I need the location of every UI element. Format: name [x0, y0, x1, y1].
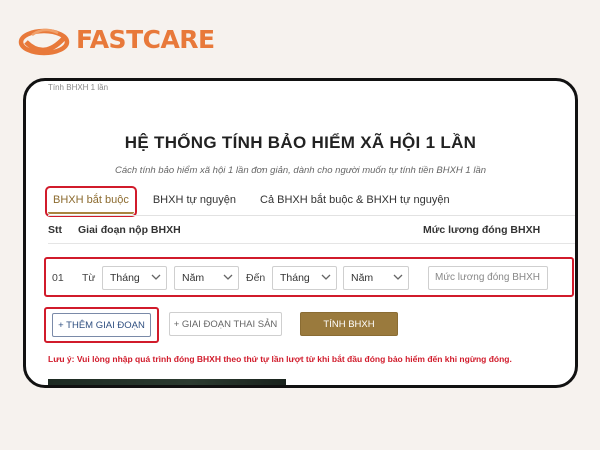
- to-label: Đến: [246, 272, 266, 284]
- tab-bar: BHXH bắt buộc BHXH tự nguyện Cả BHXH bắt…: [45, 186, 469, 217]
- tab-bhxh-bat-buoc[interactable]: BHXH bắt buộc: [45, 186, 137, 217]
- year-from-value: Năm: [182, 272, 205, 284]
- add-period-button[interactable]: + THÊM GIAI ĐOẠN: [52, 313, 151, 337]
- calculate-button[interactable]: TÍNH BHXH: [300, 312, 398, 336]
- note-text: Lưu ý: Vui lòng nhập quá trình đóng BHXH…: [48, 354, 512, 364]
- column-stt: Stt: [48, 224, 62, 236]
- add-period-highlight: + THÊM GIAI ĐOẠN: [44, 307, 159, 343]
- add-maternity-button[interactable]: + GIAI ĐOẠN THAI SẢN: [169, 312, 282, 336]
- salary-input[interactable]: Mức lương đóng BHXH: [428, 266, 548, 290]
- period-row: 01 Từ Tháng Năm Đến Tháng Năm Mức lương …: [44, 257, 574, 297]
- year-from-select[interactable]: Năm: [174, 266, 239, 290]
- year-to-value: Năm: [351, 272, 374, 284]
- chevron-down-icon: [223, 274, 233, 280]
- breadcrumb[interactable]: Tính BHXH 1 lần: [48, 83, 108, 92]
- brand-name: FASTCARE: [76, 24, 215, 54]
- tab-bhxh-tu-nguyen[interactable]: BHXH tự nguyện: [148, 189, 241, 214]
- month-from-value: Tháng: [110, 272, 140, 284]
- from-label: Từ: [82, 272, 96, 284]
- month-to-value: Tháng: [280, 272, 310, 284]
- column-salary: Mức lương đóng BHXH: [423, 224, 541, 236]
- page-title: HỆ THỐNG TÍNH BẢO HIỂM XÃ HỘI 1 LẦN: [124, 133, 477, 152]
- chevron-down-icon: [393, 274, 403, 280]
- chevron-down-icon: [151, 274, 161, 280]
- month-to-select[interactable]: Tháng: [272, 266, 337, 290]
- month-from-select[interactable]: Tháng: [102, 266, 167, 290]
- row-number: 01: [52, 272, 64, 284]
- year-to-select[interactable]: Năm: [343, 266, 409, 290]
- column-period: Giai đoạn nộp BHXH: [78, 224, 181, 236]
- tab-ca-hai[interactable]: Cả BHXH bắt buộc & BHXH tự nguyện: [255, 189, 455, 214]
- logo-swoosh-icon: [18, 28, 70, 56]
- fastcare-logo: FASTCARE: [18, 20, 215, 58]
- page-subtitle: Cách tính bảo hiểm xã hội 1 lần đơn giản…: [114, 165, 487, 176]
- screenshot-frame: Tính BHXH 1 lần HỆ THỐNG TÍNH BẢO HIỂM X…: [23, 78, 578, 388]
- tabs-divider: [48, 215, 575, 216]
- chevron-down-icon: [321, 274, 331, 280]
- header-divider: [48, 243, 575, 244]
- banner-image: [48, 379, 286, 385]
